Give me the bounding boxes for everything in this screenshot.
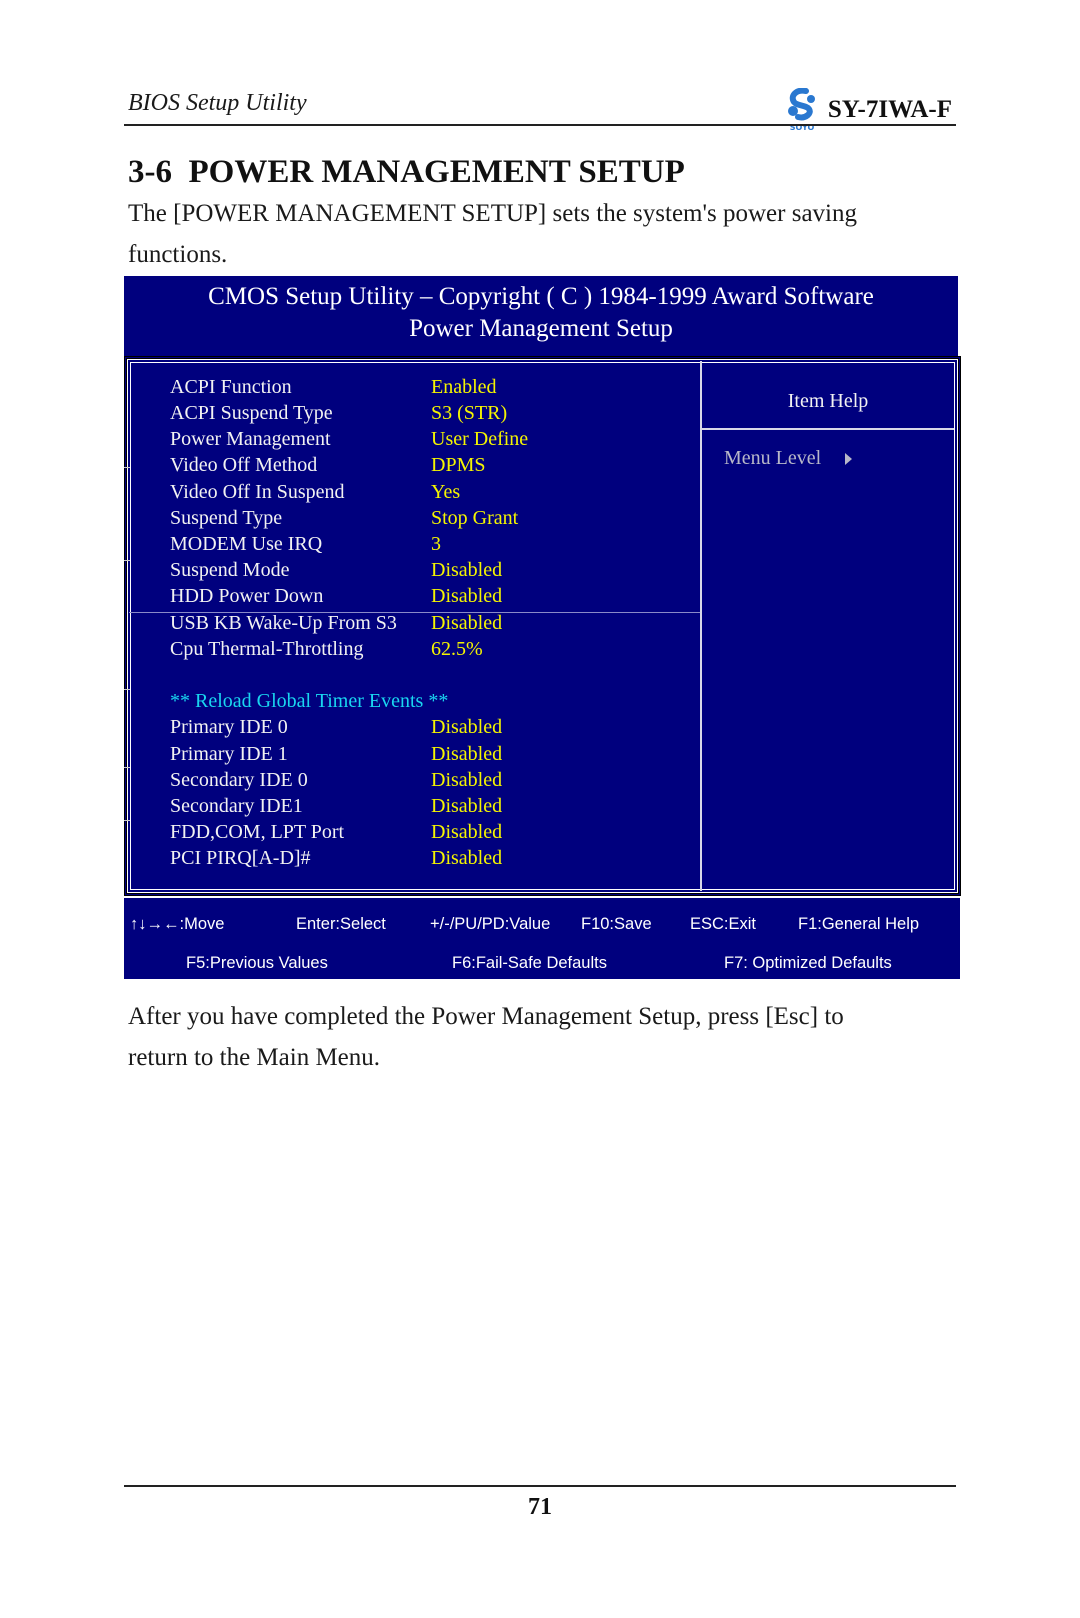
setting-label: Primary IDE 0 xyxy=(170,716,288,738)
intro-text-line-2: functions. xyxy=(128,241,228,268)
bios-key-legend: ↑↓→←:Move Enter:Select +/-/PU/PD:Value F… xyxy=(124,898,960,979)
section-heading: ** Reload Global Timer Events ** xyxy=(170,690,449,712)
key-hint-previous-values: F5:Previous Values xyxy=(186,954,328,972)
frame-tick xyxy=(124,820,130,821)
setting-value[interactable]: 3 xyxy=(431,533,441,556)
frame-tick xyxy=(124,560,130,561)
key-hint-general-help: F1:General Help xyxy=(798,915,920,933)
key-hint-save: F10:Save xyxy=(581,915,652,933)
setting-value[interactable]: Stop Grant xyxy=(431,507,518,530)
frame-tick xyxy=(124,689,130,690)
help-title-rule xyxy=(702,428,954,430)
setting-value[interactable]: User Define xyxy=(431,428,528,451)
bios-screen-title: Power Management Setup xyxy=(409,315,673,342)
model-name: SY-7IWA-F xyxy=(827,96,952,123)
frame-tick xyxy=(124,467,130,468)
setting-value[interactable]: Disabled xyxy=(431,612,502,635)
setting-value[interactable]: DPMS xyxy=(431,454,485,477)
key-hint-select: Enter:Select xyxy=(296,915,386,933)
setting-label: Cpu Thermal-Throttling xyxy=(170,638,364,660)
running-header-title: BIOS Setup Utility xyxy=(128,90,307,116)
setting-value[interactable]: S3 (STR) xyxy=(431,402,507,425)
setting-value[interactable]: Disabled xyxy=(431,847,502,870)
footer-rule xyxy=(124,1485,956,1487)
setting-label: MODEM Use IRQ xyxy=(170,533,323,555)
setting-label: Video Off Method xyxy=(170,454,318,476)
setting-value[interactable]: Enabled xyxy=(431,376,497,399)
setting-label: ACPI Suspend Type xyxy=(170,402,333,424)
key-hint-value: +/-/PU/PD:Value xyxy=(430,915,551,933)
intro-text-line-1: The [POWER MANAGEMENT SETUP] sets the sy… xyxy=(128,200,857,227)
setting-value[interactable]: Disabled xyxy=(431,559,502,582)
setting-label: HDD Power Down xyxy=(170,585,324,607)
setting-label: Suspend Type xyxy=(170,507,283,529)
setting-label: Primary IDE 1 xyxy=(170,743,288,765)
page-number: 71 xyxy=(528,1494,552,1520)
setting-value[interactable]: Disabled xyxy=(431,795,502,818)
setting-label: Video Off In Suspend xyxy=(170,481,345,503)
setting-label: PCI PIRQ[A-D]# xyxy=(170,847,311,869)
setting-label: FDD,COM, LPT Port xyxy=(170,821,345,843)
setting-value[interactable]: 62.5% xyxy=(431,638,483,661)
closing-text-line-2: return to the Main Menu. xyxy=(128,1044,381,1071)
setting-value[interactable]: Disabled xyxy=(431,585,502,608)
bios-screen-header: CMOS Setup Utility – Copyright ( C ) 198… xyxy=(124,276,958,356)
setting-value[interactable]: Disabled xyxy=(431,716,502,739)
setting-value[interactable]: Disabled xyxy=(431,821,502,844)
setting-value[interactable]: Disabled xyxy=(431,769,502,792)
setting-label: USB KB Wake-Up From S3 xyxy=(170,612,397,634)
setting-value[interactable]: Disabled xyxy=(431,743,502,766)
setting-value[interactable]: Yes xyxy=(431,481,460,504)
key-hint-optimized-defaults: F7: Optimized Defaults xyxy=(724,954,892,972)
frame-tick xyxy=(124,767,130,768)
key-hint-exit: ESC:Exit xyxy=(690,915,757,933)
header-rule xyxy=(124,124,956,126)
item-help-title: Item Help xyxy=(787,390,869,412)
help-pane-divider xyxy=(700,361,702,891)
setting-label: Secondary IDE1 xyxy=(170,795,303,817)
menu-level-label: Menu Level xyxy=(724,447,822,469)
key-hint-fail-safe-defaults: F6:Fail-Safe Defaults xyxy=(452,954,607,972)
section-title: 3-6 POWER MANAGEMENT SETUP xyxy=(128,154,685,190)
bios-copyright-line: CMOS Setup Utility – Copyright ( C ) 198… xyxy=(208,283,874,310)
setting-label: ACPI Function xyxy=(170,376,292,398)
key-hint-move: ↑↓→←:Move xyxy=(130,915,225,933)
setting-label: Power Management xyxy=(170,428,331,450)
setting-label: Suspend Mode xyxy=(170,559,290,581)
setting-label: Secondary IDE 0 xyxy=(170,769,308,791)
triangle-right-icon xyxy=(845,452,853,465)
menu-level-indicator: Menu Level xyxy=(724,447,853,470)
closing-text-line-1: After you have completed the Power Manag… xyxy=(128,1003,844,1030)
